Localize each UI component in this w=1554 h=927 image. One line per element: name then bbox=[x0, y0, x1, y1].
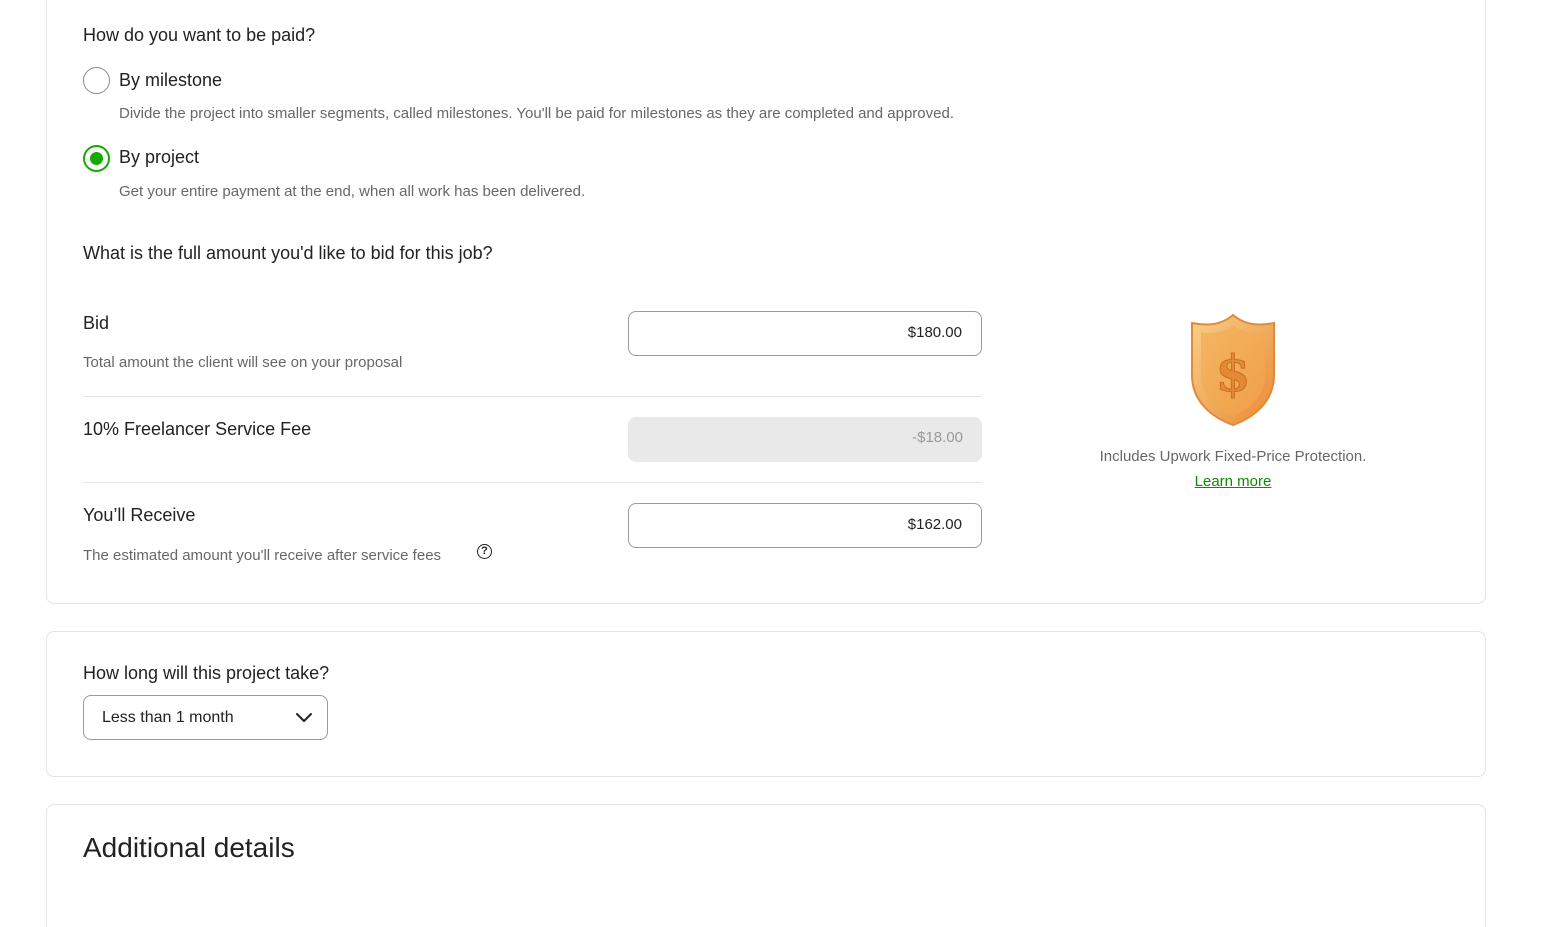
payment-question: How do you want to be paid? bbox=[83, 25, 316, 45]
divider bbox=[83, 482, 982, 483]
help-icon[interactable]: ? bbox=[477, 544, 492, 559]
additional-details-card: Additional details bbox=[46, 804, 1486, 927]
receive-subtitle: The estimated amount you'll receive afte… bbox=[83, 547, 442, 564]
chevron-down-icon bbox=[296, 713, 312, 722]
svg-text:$: $ bbox=[1216, 344, 1251, 403]
option-desc-by-milestone: Divide the project into smaller segments… bbox=[119, 105, 954, 122]
protection-text: Includes Upwork Fixed-Price Protection. bbox=[1099, 448, 1367, 465]
bid-amount-input[interactable]: $180.00 bbox=[628, 311, 982, 356]
learn-more-link[interactable]: Learn more bbox=[1033, 473, 1433, 490]
duration-select[interactable]: Less than 1 month bbox=[83, 695, 328, 740]
bid-title: Bid bbox=[83, 313, 110, 333]
option-label-by-project[interactable]: By project bbox=[119, 147, 199, 168]
option-desc-by-project: Get your entire payment at the end, when… bbox=[119, 183, 586, 200]
bid-subtitle: Total amount the client will see on your… bbox=[83, 354, 403, 371]
bid-question: What is the full amount you'd like to bi… bbox=[83, 243, 493, 263]
receive-amount-input[interactable]: $162.00 bbox=[628, 503, 982, 548]
radio-by-project[interactable] bbox=[83, 145, 110, 172]
duration-card: How long will this project take? Less th… bbox=[46, 631, 1486, 777]
duration-question: How long will this project take? bbox=[83, 663, 330, 683]
section-title: Additional details bbox=[83, 832, 295, 863]
option-label-by-milestone[interactable]: By milestone bbox=[119, 70, 222, 91]
payment-card: How do you want to be paid? By milestone… bbox=[46, 0, 1486, 604]
radio-by-milestone[interactable] bbox=[83, 67, 110, 94]
duration-selected-value: Less than 1 month bbox=[102, 709, 234, 726]
fee-amount-field: -$18.00 bbox=[628, 417, 982, 462]
divider bbox=[83, 396, 982, 397]
shield-dollar-icon: $ bbox=[1191, 313, 1275, 427]
fee-title: 10% Freelancer Service Fee bbox=[83, 419, 312, 439]
receive-title: You’ll Receive bbox=[83, 505, 196, 525]
